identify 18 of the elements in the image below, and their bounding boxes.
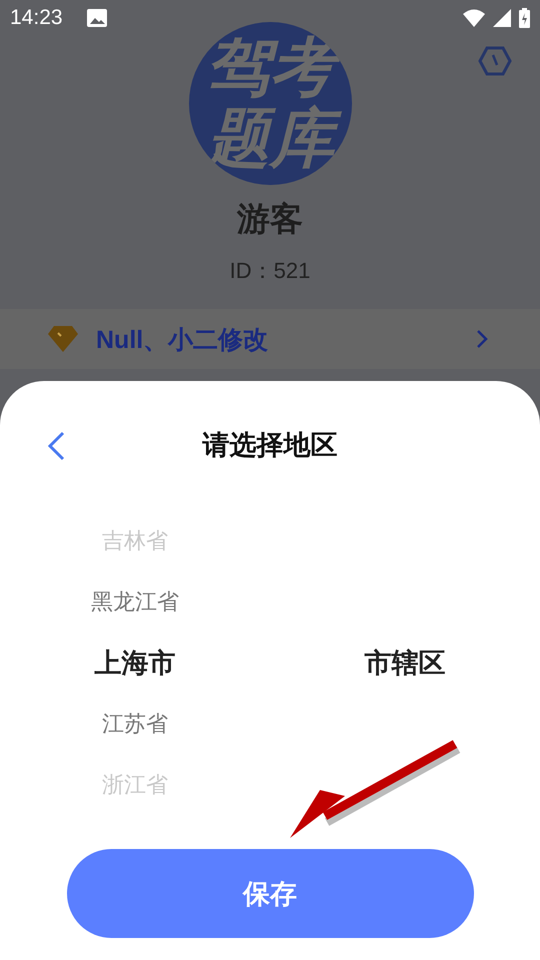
vip-label: Null、小二修改 bbox=[96, 324, 268, 356]
app-logo: 驾考题库 bbox=[188, 22, 352, 185]
back-icon[interactable] bbox=[46, 431, 66, 461]
chevron-right-icon bbox=[476, 329, 488, 349]
status-time: 14:23 bbox=[10, 6, 63, 30]
battery-icon bbox=[519, 8, 530, 28]
image-icon bbox=[86, 9, 107, 27]
picker-option[interactable]: 黑龙江省 bbox=[91, 572, 179, 633]
save-button[interactable]: 保存 bbox=[66, 849, 474, 938]
picker-option[interactable]: 市辖区 bbox=[364, 633, 446, 694]
signal-icon bbox=[493, 9, 511, 27]
sheet-title: 请选择地区 bbox=[202, 429, 338, 463]
picker-option[interactable]: 上海市 bbox=[94, 633, 176, 694]
user-name: 游客 bbox=[237, 198, 303, 240]
user-id: ID：521 bbox=[230, 257, 310, 285]
diamond-icon bbox=[48, 326, 78, 352]
wifi-icon bbox=[463, 9, 485, 27]
picker-option[interactable]: 江苏省 bbox=[102, 694, 168, 755]
